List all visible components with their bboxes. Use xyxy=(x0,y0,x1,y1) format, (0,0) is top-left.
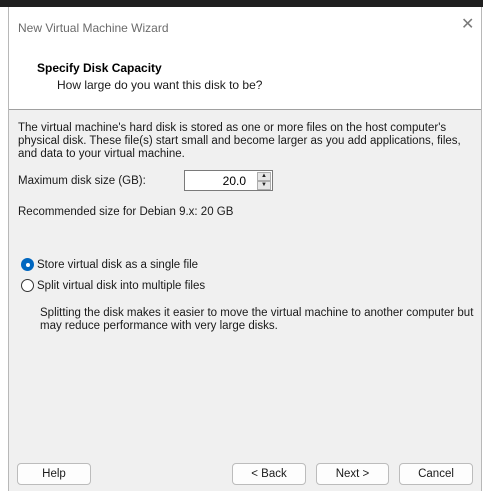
wizard-dialog: New Virtual Machine Wizard ✕ Specify Dis… xyxy=(8,7,482,491)
split-files-radio[interactable] xyxy=(21,279,34,292)
close-icon[interactable]: ✕ xyxy=(461,17,474,33)
wizard-header: Specify Disk Capacity How large do you w… xyxy=(9,47,481,110)
spin-down-arrow-icon[interactable]: ▼ xyxy=(257,181,271,190)
window-title: New Virtual Machine Wizard xyxy=(18,21,169,35)
help-button[interactable]: Help xyxy=(17,463,91,485)
disk-description: The virtual machine's hard disk is store… xyxy=(18,122,461,160)
single-file-option[interactable]: Store virtual disk as a single file xyxy=(21,258,198,271)
recommended-size-text: Recommended size for Debian 9.x: 20 GB xyxy=(18,206,234,218)
page-subtitle: How large do you want this disk to be? xyxy=(57,78,263,92)
back-button[interactable]: < Back xyxy=(232,463,306,485)
split-description: Splitting the disk makes it easier to mo… xyxy=(40,307,474,332)
single-file-label[interactable]: Store virtual disk as a single file xyxy=(37,259,198,271)
max-disk-size-value[interactable]: 20.0 xyxy=(223,174,246,188)
spin-up-arrow-icon[interactable]: ▲ xyxy=(257,172,271,181)
split-files-option[interactable]: Split virtual disk into multiple files xyxy=(21,279,205,292)
split-files-label[interactable]: Split virtual disk into multiple files xyxy=(37,280,205,292)
page-title: Specify Disk Capacity xyxy=(37,61,162,75)
background-taskbar-strip xyxy=(0,0,483,7)
max-disk-size-label: Maximum disk size (GB): xyxy=(18,175,146,187)
cancel-button[interactable]: Cancel xyxy=(399,463,473,485)
single-file-radio[interactable] xyxy=(21,258,34,271)
max-disk-size-stepper[interactable]: 20.0 ▲ ▼ xyxy=(184,170,273,191)
title-bar: New Virtual Machine Wizard ✕ xyxy=(9,7,481,47)
next-button[interactable]: Next > xyxy=(316,463,389,485)
